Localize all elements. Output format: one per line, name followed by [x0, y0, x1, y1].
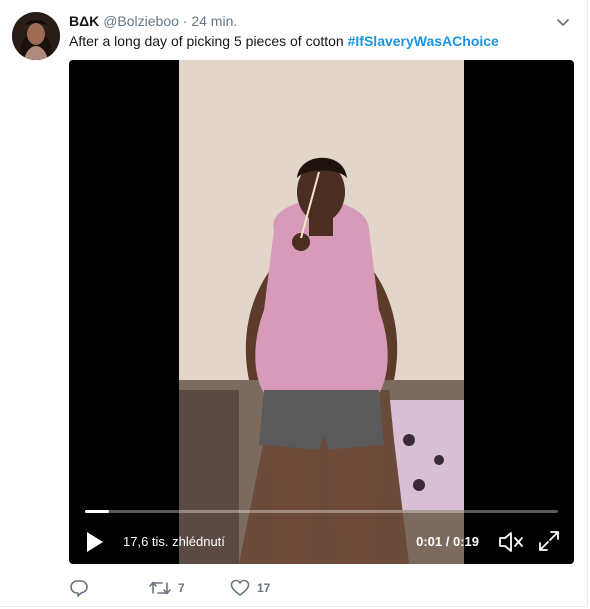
retweet-count: 7	[178, 581, 185, 595]
chevron-down-icon[interactable]	[555, 14, 571, 30]
hashtag-link[interactable]: #IfSlaveryWasAChoice	[348, 33, 499, 49]
retweet-icon	[149, 578, 171, 598]
retweet-button[interactable]: 7	[149, 577, 185, 599]
author-name[interactable]: BΔK	[69, 13, 99, 29]
avatar-image	[12, 12, 60, 60]
separator-dot: ·	[182, 13, 188, 29]
tweet-body: After a long day of picking 5 pieces of …	[69, 33, 348, 49]
like-count: 17	[257, 581, 271, 595]
reply-icon	[69, 578, 89, 598]
like-button[interactable]: 17	[230, 577, 270, 599]
fullscreen-icon[interactable]	[538, 530, 560, 552]
reply-button[interactable]	[69, 577, 96, 599]
tweet-actions: 7 17	[69, 577, 569, 599]
video-player[interactable]: 17,6 tis. zhlédnutí 0:01 / 0:19	[69, 60, 574, 564]
tweet-timestamp[interactable]: 24 min.	[191, 13, 237, 29]
video-timecode: 0:01 / 0:19	[416, 534, 479, 549]
video-progress-fill	[85, 510, 109, 513]
tweet-card[interactable]: BΔK @Bolzieboo · 24 min. After a long da…	[0, 0, 588, 607]
video-controls: 17,6 tis. zhlédnutí 0:01 / 0:19	[69, 524, 574, 560]
play-icon[interactable]	[85, 530, 105, 554]
mute-icon[interactable]	[498, 529, 524, 555]
avatar[interactable]	[12, 12, 60, 60]
heart-icon	[230, 578, 250, 598]
tweet-header: BΔK @Bolzieboo · 24 min.	[69, 11, 237, 31]
video-frame	[179, 60, 464, 564]
tweet-text: After a long day of picking 5 pieces of …	[69, 31, 574, 51]
view-count: 17,6 tis. zhlédnutí	[123, 534, 225, 549]
author-handle[interactable]: @Bolzieboo	[103, 13, 179, 29]
video-progress-bar[interactable]	[85, 510, 558, 513]
